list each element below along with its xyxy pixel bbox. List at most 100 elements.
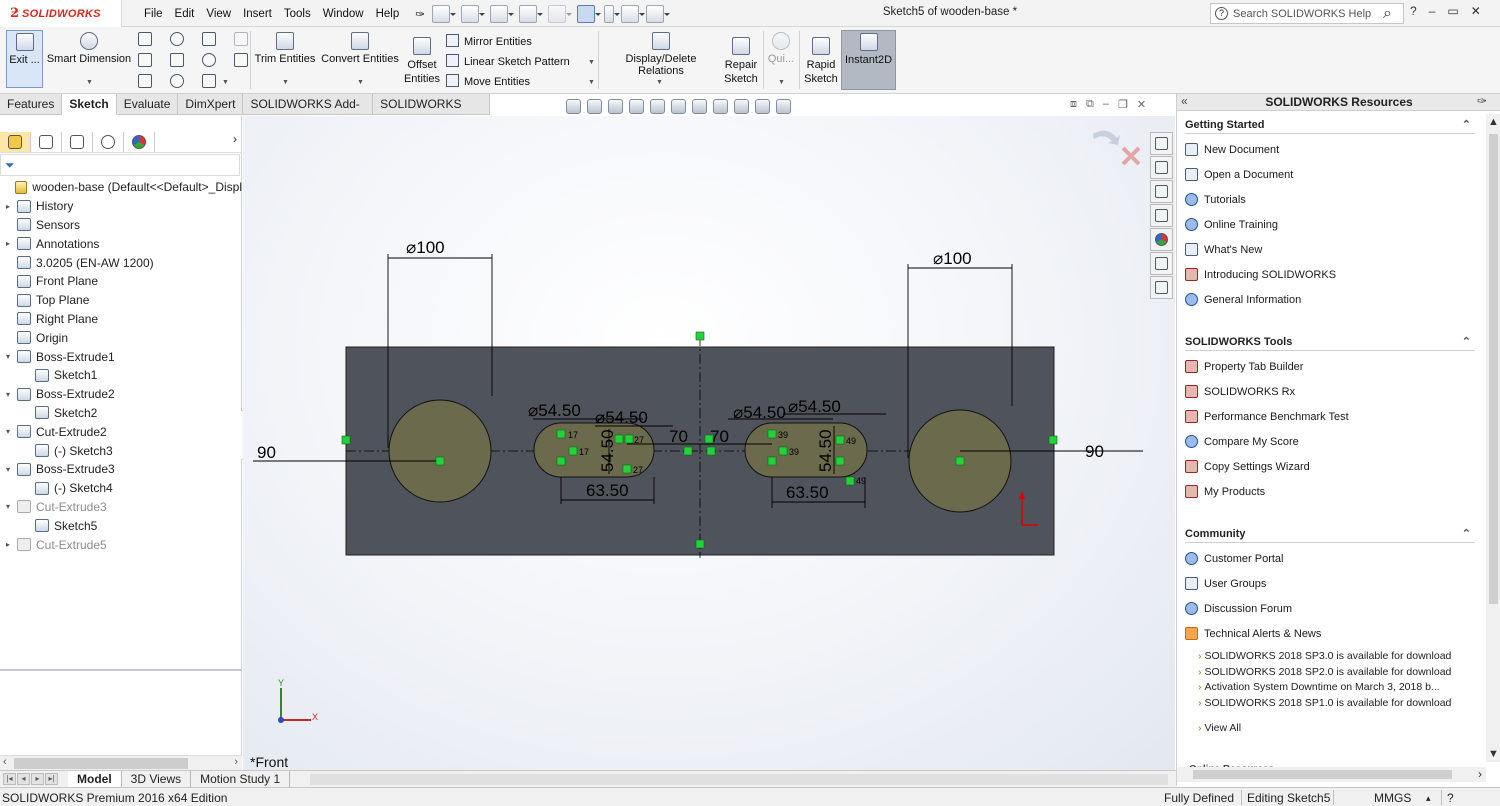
view-all-link[interactable]: › View All [1185, 722, 1475, 738]
taskpane-tab-appearances[interactable] [1150, 228, 1173, 251]
relation-marker[interactable] [435, 456, 445, 466]
unit-menu-icon[interactable]: ▴ [1426, 793, 1431, 804]
news-item[interactable]: › SOLIDWORKS 2018 SP1.0 is available for … [1185, 697, 1475, 713]
taskpane-tab-home[interactable] [1150, 132, 1173, 155]
relation-marker[interactable] [556, 429, 566, 439]
smart-dimension-button[interactable]: Smart Dimension [46, 32, 132, 65]
viewport-minimize-icon[interactable]: – [1103, 98, 1109, 111]
viewport-close-icon[interactable]: ✕ [1137, 98, 1146, 111]
split-viewport-icon[interactable]: ⧉ [1086, 98, 1094, 111]
feature-tree-item[interactable]: ▾ Cut-Extrude3 [0, 498, 242, 517]
viewport-maximize-icon[interactable]: ❐ [1118, 98, 1128, 111]
minimize-button[interactable]: – [1429, 4, 1436, 18]
relation-marker[interactable] [622, 464, 632, 474]
collapse-section-icon[interactable]: ⌃ [1462, 333, 1471, 351]
relation-marker[interactable] [683, 446, 693, 456]
section-header[interactable]: Community ⌃ [1185, 525, 1475, 543]
polygon-icon[interactable] [138, 74, 152, 88]
maximize-button[interactable]: ▭ [1447, 4, 1458, 18]
ellipse-icon[interactable] [202, 53, 216, 67]
menu-tools[interactable]: Tools [278, 8, 317, 20]
resource-link[interactable]: Introducing SOLIDWORKS [1185, 262, 1475, 287]
expand-toggle-icon[interactable]: ▾ [3, 427, 13, 436]
chevron-down-icon[interactable]: ▼ [656, 79, 663, 86]
tab-3d-views[interactable]: 3D Views [122, 771, 192, 788]
scroll-right-icon[interactable]: › [234, 756, 238, 768]
dimension-d5450-a[interactable]: ⌀54.50 [528, 401, 581, 420]
scroll-left-icon[interactable]: ‹ [3, 756, 7, 768]
resource-link[interactable]: New Document [1185, 137, 1475, 162]
menu-file[interactable]: File [138, 8, 169, 20]
section-view-icon[interactable] [629, 98, 644, 114]
relation-marker[interactable] [568, 446, 578, 456]
slot-right[interactable] [744, 422, 868, 478]
chevron-down-icon[interactable]: ▼ [282, 79, 289, 86]
taskpane-tab-forum[interactable] [1150, 276, 1173, 299]
dimension-90-left[interactable]: 90 [257, 443, 276, 462]
chevron-right-icon[interactable]: › [1478, 767, 1482, 781]
unit-system[interactable]: MMGS [1374, 791, 1411, 805]
tab-motion-study-1[interactable]: Motion Study 1 [191, 771, 291, 788]
tab-solidworks-addins[interactable]: SOLIDWORKS Add-Ins [243, 94, 374, 132]
feature-tree-item[interactable]: Origin [0, 328, 242, 347]
menu-insert[interactable]: Insert [237, 8, 278, 20]
feature-tree-item[interactable]: ▸ Annotations [0, 234, 242, 253]
resource-link[interactable]: My Products [1185, 479, 1475, 504]
feature-tree-item[interactable]: ▾ Boss-Extrude2 [0, 385, 242, 404]
feature-tree-item[interactable]: Sensors [0, 216, 242, 235]
relation-marker[interactable] [706, 446, 716, 456]
relation-marker[interactable] [556, 456, 566, 466]
dimension-d5450-b[interactable]: ⌀54.50 [595, 408, 648, 427]
scroll-down-icon[interactable]: ▼ [1488, 748, 1499, 760]
select-icon[interactable] [577, 4, 601, 23]
taskpane-tab-view-palette[interactable] [1150, 204, 1173, 227]
chevron-right-icon[interactable]: › [233, 132, 237, 152]
relation-marker[interactable] [695, 331, 705, 341]
resource-link[interactable]: General Information [1185, 287, 1475, 312]
scrollbar-thumb[interactable] [14, 758, 188, 769]
resource-link[interactable]: Open a Document [1185, 162, 1475, 187]
feature-tree-item[interactable]: Sketch5 [0, 516, 242, 535]
chevron-down-icon[interactable]: ▼ [588, 59, 595, 66]
tab-solidworks-mbd[interactable]: SOLIDWORKS MBD [373, 94, 490, 132]
pin-icon[interactable]: ✑ [1477, 94, 1487, 108]
scroll-up-icon[interactable]: ▲ [1488, 116, 1499, 128]
expand-toggle-icon[interactable]: ▾ [3, 502, 13, 511]
resource-link[interactable]: Compare My Score [1185, 429, 1475, 454]
view-orientation-icon[interactable] [671, 98, 686, 114]
plane-sketch-icon[interactable] [234, 32, 248, 46]
resource-link[interactable]: What's New [1185, 237, 1475, 262]
expand-toggle-icon[interactable]: ▾ [3, 465, 13, 474]
hole-left[interactable] [388, 399, 492, 503]
apply-scene-icon[interactable] [755, 98, 770, 114]
feature-tree-scrollbar[interactable]: ‹ › [0, 755, 242, 770]
collapse-section-icon[interactable]: ⌃ [1462, 116, 1471, 134]
feature-tree-item[interactable]: ▸ History [0, 197, 242, 216]
relation-marker[interactable] [767, 456, 777, 466]
cancel-sketch-icon[interactable] [1121, 146, 1141, 166]
zoom-to-area-icon[interactable] [587, 98, 602, 114]
tab-features[interactable]: Features [0, 94, 63, 115]
relation-marker[interactable] [341, 435, 351, 445]
rectangle-icon[interactable] [138, 53, 152, 67]
resource-link[interactable]: Tutorials [1185, 187, 1475, 212]
next-tab-icon[interactable]: ▸ [31, 773, 44, 785]
dimension-6350-a[interactable]: 63.50 [586, 481, 629, 500]
relation-marker[interactable] [778, 446, 788, 456]
rapid-sketch-button[interactable]: Rapid Sketch [802, 37, 840, 86]
file-properties-icon[interactable] [621, 4, 645, 23]
feature-tree-item[interactable]: wooden-base (Default<<Default>_Displ [0, 178, 242, 197]
relation-marker[interactable] [835, 456, 845, 466]
print-icon[interactable] [519, 4, 543, 23]
resource-link[interactable]: User Groups [1185, 571, 1475, 596]
scrollbar-thumb[interactable] [1489, 134, 1498, 604]
relation-marker[interactable] [767, 429, 777, 439]
resource-link[interactable]: Copy Settings Wizard [1185, 454, 1475, 479]
options-icon[interactable] [646, 4, 670, 23]
prev-tab-icon[interactable]: ◂ [17, 773, 30, 785]
instant2d-button[interactable]: Instant2D [841, 30, 896, 90]
dimension-d100-right[interactable]: ⌀100 [933, 249, 972, 268]
relation-marker[interactable] [1048, 435, 1058, 445]
section-header[interactable]: Getting Started ⌃ [1185, 116, 1475, 134]
feature-tree-item[interactable]: (-) Sketch4 [0, 479, 242, 498]
